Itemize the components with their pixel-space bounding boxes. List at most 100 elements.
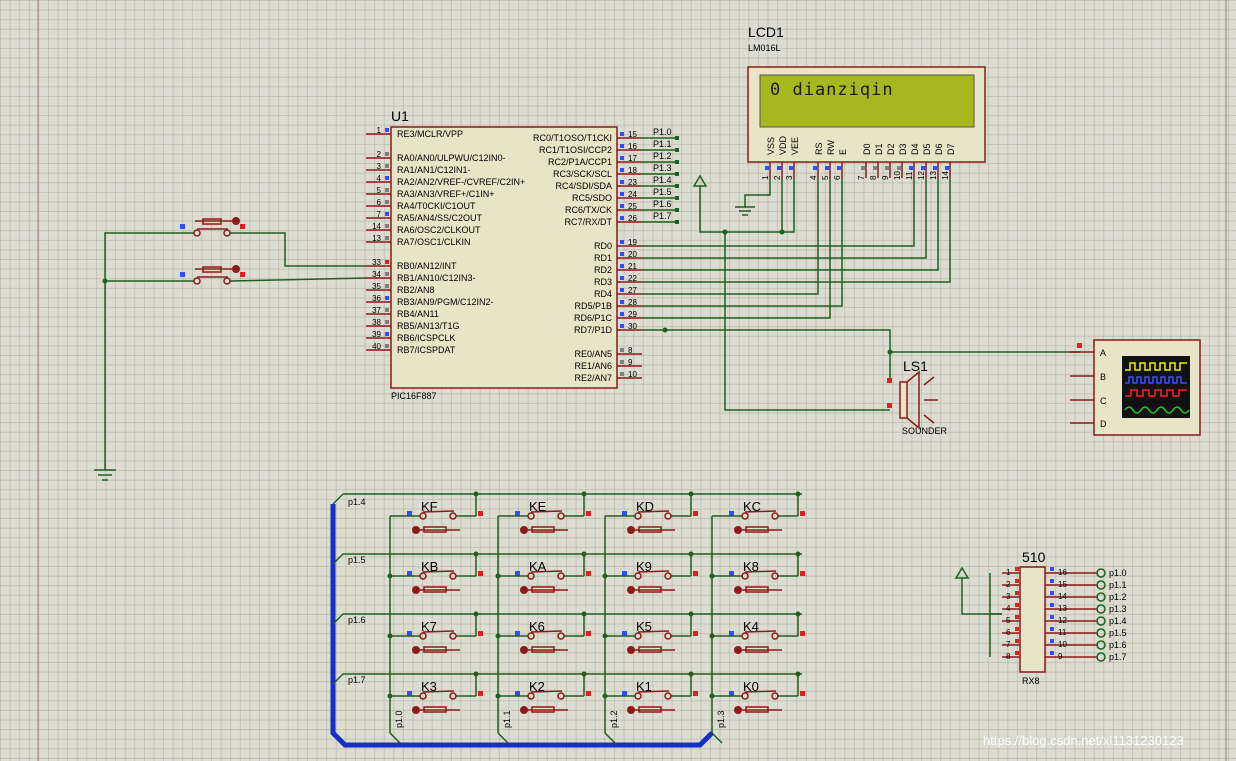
u1-pin-name: RC5/SDO xyxy=(572,193,612,203)
pushbuttons xyxy=(180,217,245,285)
u1-ref-label: U1 xyxy=(391,108,409,124)
u1-pin-number: 17 xyxy=(628,154,637,163)
rx8-left-pin-number: 2 xyxy=(1006,580,1011,589)
junction-dot xyxy=(495,693,501,699)
junction-dot xyxy=(473,671,479,677)
rx8-left-pin-number: 4 xyxy=(1006,604,1011,613)
key-contact xyxy=(771,572,779,580)
junction-dot xyxy=(387,633,393,639)
u1-pin-name: RD2 xyxy=(594,265,612,275)
pin-state-marker xyxy=(385,200,389,204)
rx8-right-pin-number: 14 xyxy=(1058,592,1067,601)
u1-pin-name: RD1 xyxy=(594,253,612,263)
key-contact xyxy=(557,632,565,640)
rx8-net-label: p1.0 xyxy=(1109,568,1127,578)
u1-pin-name: RA0/AN0/ULPWU/C12IN0- xyxy=(397,153,506,163)
bus-entry xyxy=(332,493,344,505)
junction-dot xyxy=(581,491,587,497)
key-actuator xyxy=(520,526,528,534)
u1-pin-number: 3 xyxy=(377,162,382,171)
wire xyxy=(642,178,951,283)
pin-state-marker xyxy=(800,631,805,636)
key-contact xyxy=(557,572,565,580)
wire xyxy=(229,277,367,282)
key-actuator xyxy=(412,526,420,534)
junction-dot xyxy=(602,693,608,699)
button-contact xyxy=(223,277,231,285)
keypad-key-kd[interactable]: KD xyxy=(605,491,698,535)
keypad-key-k3[interactable]: K3 xyxy=(390,671,483,715)
key-label: K0 xyxy=(743,679,759,694)
keypad-key-kf[interactable]: KF xyxy=(390,491,483,535)
keypad-key-k1[interactable]: K1 xyxy=(605,671,698,715)
pin-state-marker xyxy=(478,571,483,576)
key-actuator xyxy=(412,706,420,714)
u1-pin-name: RA6/OSC2/CLKOUT xyxy=(397,225,481,235)
pin-state-marker xyxy=(693,691,698,696)
keypad-key-kb[interactable]: KB xyxy=(390,551,483,595)
lcd-pin-name: D0 xyxy=(862,143,872,155)
resistor-pack-rx8[interactable]: 510 RX8 1 16 p1.02 15 p1.13 14 p1.24 13 p1.35 12 p… xyxy=(954,549,1127,686)
keypad-col-net: p1.0 xyxy=(394,710,404,728)
lcd-pin-name: VDD xyxy=(778,135,788,155)
pin-state-marker xyxy=(1077,343,1082,348)
key-label: KB xyxy=(421,559,438,574)
sounder-ref-label: LS1 xyxy=(903,358,928,374)
u1-pin-name: RC0/T1OSO/T1CKI xyxy=(533,133,612,143)
pin-state-marker xyxy=(693,571,698,576)
u1-pin-name: RA7/OSC1/CLKIN xyxy=(397,237,471,247)
keypad-key-k7[interactable]: K7 xyxy=(390,611,483,655)
keypad-key-k5[interactable]: K5 xyxy=(605,611,698,655)
oscilloscope[interactable]: A B C D xyxy=(1070,339,1201,436)
u1-pin-number: 33 xyxy=(372,258,381,267)
pin-state-marker xyxy=(885,166,889,170)
u1-pin-number: 24 xyxy=(628,190,637,199)
key-label: K1 xyxy=(636,679,652,694)
pin-state-marker xyxy=(1050,627,1054,631)
pin-state-marker xyxy=(385,224,389,228)
lcd-pin-name: E xyxy=(838,149,848,155)
key-contact xyxy=(449,512,457,520)
pin-state-marker xyxy=(620,300,624,304)
rx8-terminal xyxy=(1096,604,1106,614)
u1-pin-number: 38 xyxy=(372,318,381,327)
lcd-pin-number: 1 xyxy=(761,175,770,180)
scope-channel-label: C xyxy=(1100,396,1107,406)
u1-pin-number: 1 xyxy=(377,126,382,135)
sounder-ls1[interactable]: LS1 SOUNDER xyxy=(887,358,948,436)
keypad-key-kc[interactable]: KC xyxy=(712,491,805,535)
u1-pin-number: 18 xyxy=(628,166,637,175)
button-contact xyxy=(223,229,231,237)
u1-pin-number: 37 xyxy=(372,306,381,315)
keypad-key-k6[interactable]: K6 xyxy=(498,611,591,655)
pin-state-marker xyxy=(180,224,185,229)
pin-state-marker xyxy=(777,166,781,170)
pin-state-marker xyxy=(620,372,624,376)
microcontroller-u1[interactable]: U1 PIC16F887 1 RE3/MCLR/VPP 2 RA0/AN0/ULPWU… xyxy=(366,108,679,401)
keypad-key-ka[interactable]: KA xyxy=(498,551,591,595)
u1-pin-number: 13 xyxy=(372,234,381,243)
u1-pin-name: RC2/P1A/CCP1 xyxy=(548,157,612,167)
key-actuator xyxy=(412,646,420,654)
keypad-key-k4[interactable]: K4 xyxy=(712,611,805,655)
keypad-key-ke[interactable]: KE xyxy=(498,491,591,535)
schematic-canvas: U1 PIC16F887 1 RE3/MCLR/VPP 2 RA0/AN0/ULPWU… xyxy=(37,0,1227,761)
pin-state-marker xyxy=(909,166,913,170)
lcd-display[interactable]: 0 dianziqin LCD1 LM016L VSS 1 VDD 2 VEE 3 RS 4 R… xyxy=(747,24,986,180)
junction-dot xyxy=(602,573,608,579)
lcd-pin-name: D7 xyxy=(946,143,956,155)
junction-dot xyxy=(688,551,694,557)
key-contact xyxy=(557,692,565,700)
junction-dot xyxy=(662,327,668,333)
rx8-right-pin-number: 9 xyxy=(1058,652,1063,661)
junction-dot xyxy=(688,491,694,497)
junction-dot xyxy=(709,693,715,699)
keypad-key-k0[interactable]: K0 xyxy=(712,671,805,715)
wire xyxy=(104,232,194,470)
junction-dot xyxy=(795,671,801,677)
keypad-key-k9[interactable]: K9 xyxy=(605,551,698,595)
pin-state-marker xyxy=(1050,615,1054,619)
keypad-key-k2[interactable]: K2 xyxy=(498,671,591,715)
keypad-key-k8[interactable]: K8 xyxy=(712,551,805,595)
rx8-right-pin-number: 13 xyxy=(1058,604,1067,613)
